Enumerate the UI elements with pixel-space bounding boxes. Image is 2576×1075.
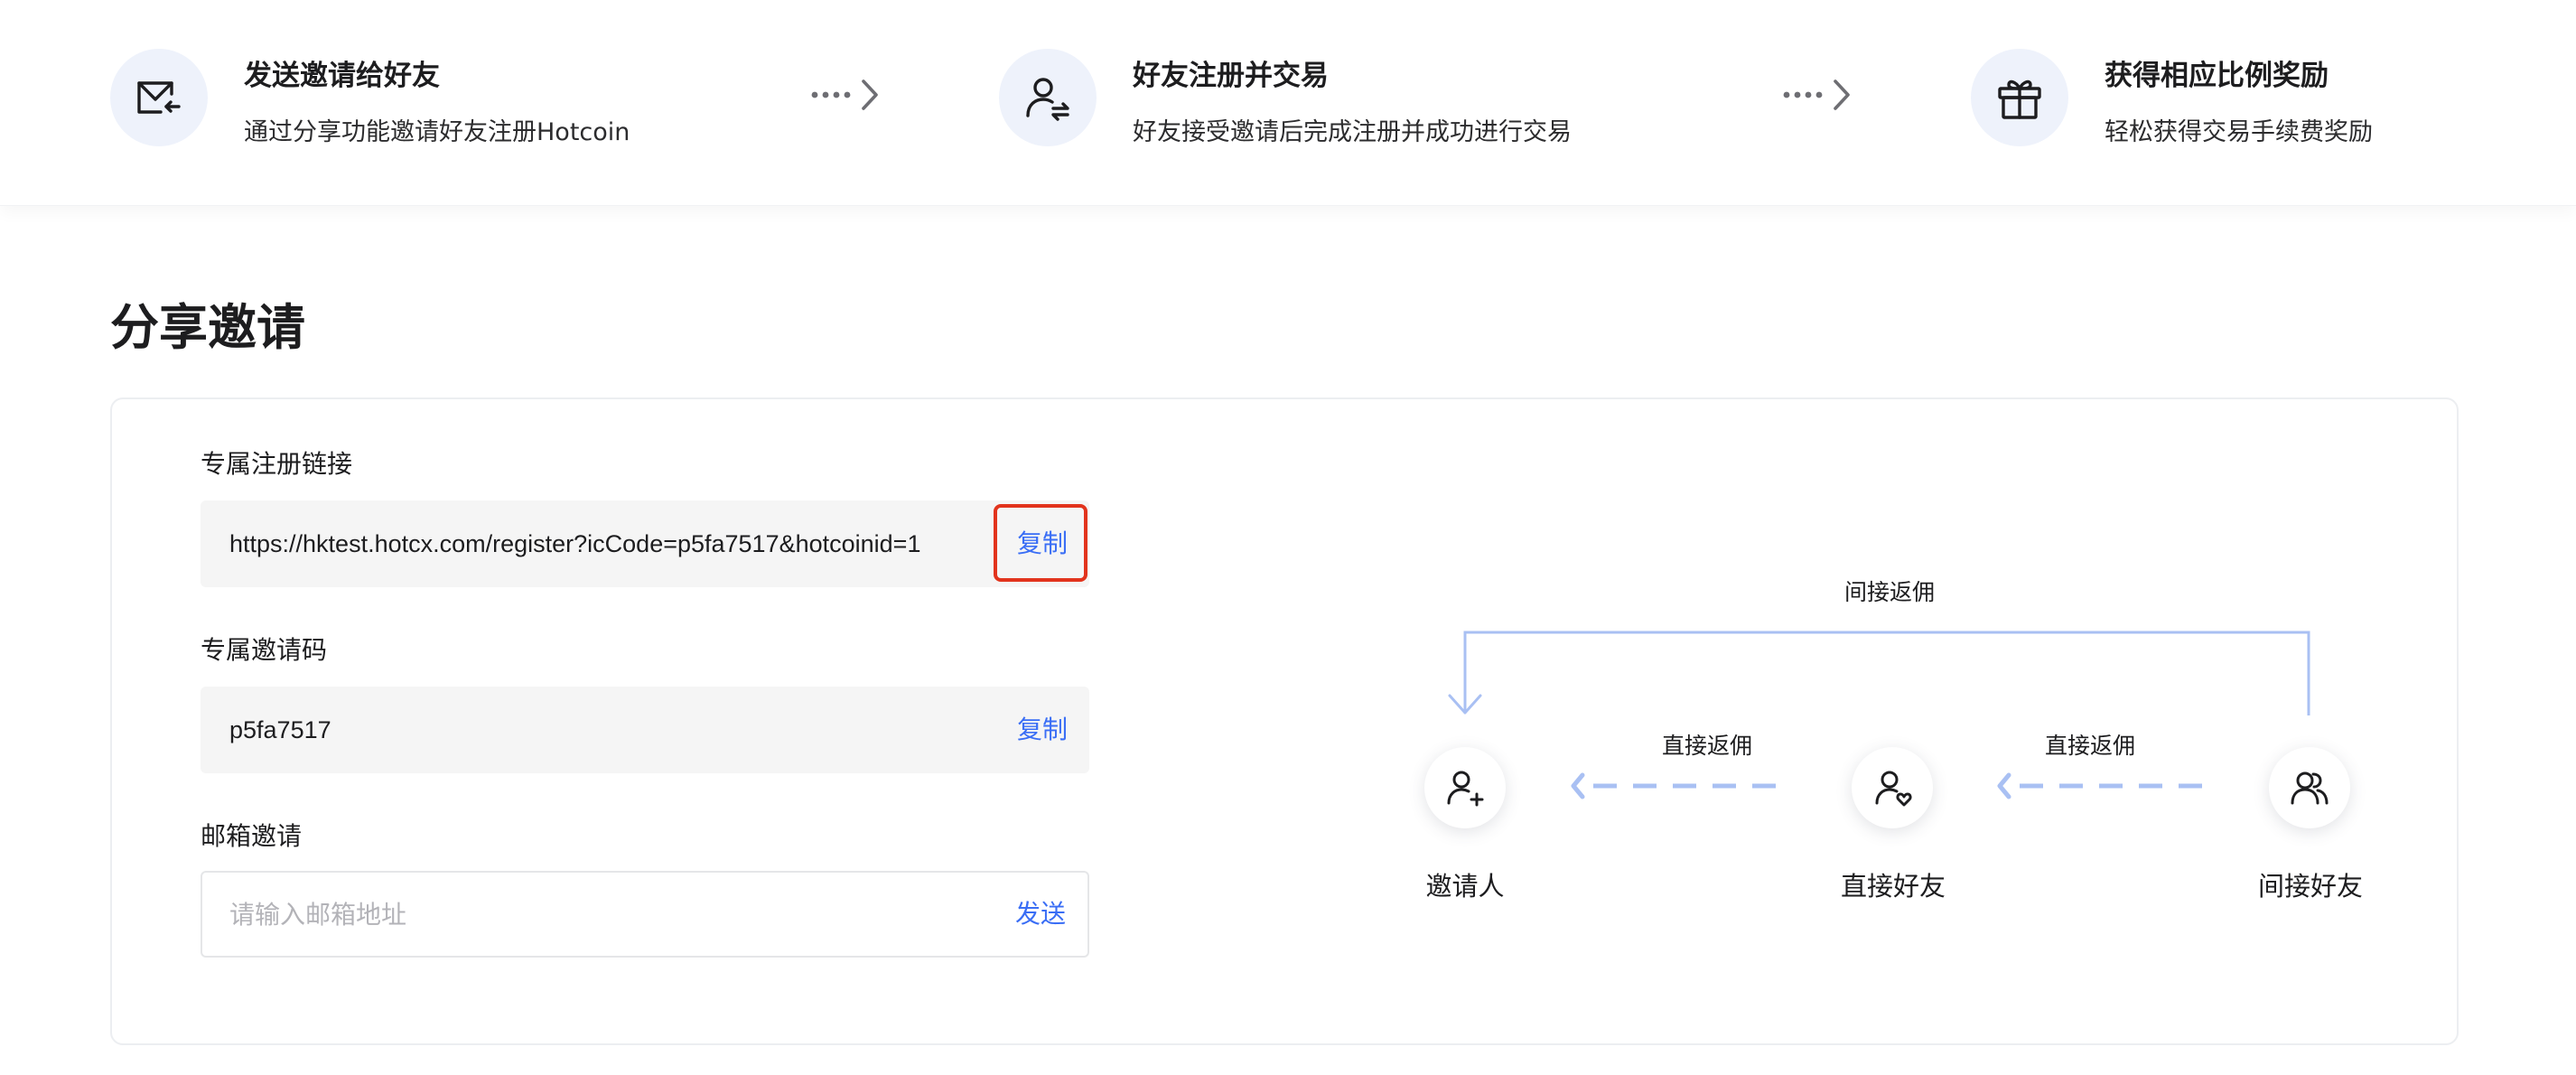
share-invite-card: 专属注册链接 https://hktest.hotcx.com/register… bbox=[110, 397, 2459, 1045]
email-invite-label: 邮箱邀请 bbox=[201, 821, 303, 851]
send-email-button[interactable]: 发送 bbox=[1015, 873, 1066, 956]
step-description: 通过分享功能邀请好友注册Hotcoin bbox=[244, 118, 630, 146]
copy-code-button[interactable]: 复制 bbox=[1017, 687, 1068, 773]
register-link-value: https://hktest.hotcx.com/register?icCode… bbox=[229, 530, 921, 557]
page-title: 分享邀请 bbox=[110, 299, 305, 356]
step-description: 轻松获得交易手续费奖励 bbox=[2105, 118, 2373, 146]
invite-steps-banner: 发送邀请给好友 通过分享功能邀请好友注册Hotcoin 好友注册并交易 好友接受… bbox=[0, 0, 2576, 206]
email-input[interactable] bbox=[229, 873, 952, 956]
step-title: 好友注册并交易 bbox=[1133, 60, 1329, 92]
indirect-friend-label: 间接好友 bbox=[2257, 871, 2363, 902]
direct-friend-label: 直接好友 bbox=[1840, 871, 1946, 902]
invite-code-value: p5fa7517 bbox=[229, 716, 331, 743]
register-link-label: 专属注册链接 bbox=[201, 449, 353, 479]
dotted-arrow-icon bbox=[811, 79, 878, 110]
invite-code-field: p5fa7517 复制 bbox=[201, 687, 1089, 773]
step-title: 获得相应比例奖励 bbox=[2105, 60, 2329, 92]
register-link-field: https://hktest.hotcx.com/register?icCode… bbox=[201, 500, 1089, 587]
step-description: 好友接受邀请后完成注册并成功进行交易 bbox=[1133, 118, 1572, 146]
direct-rebate-label: 直接返佣 bbox=[1662, 733, 1753, 759]
users-icon bbox=[2269, 747, 2350, 828]
indirect-rebate-label: 间接返佣 bbox=[1844, 579, 1936, 605]
mail-send-icon bbox=[110, 49, 208, 146]
email-invite-field: 发送 bbox=[201, 871, 1089, 958]
user-add-icon bbox=[1424, 747, 1506, 828]
direct-rebate-label: 直接返佣 bbox=[2045, 733, 2136, 759]
inviter-label: 邀请人 bbox=[1425, 871, 1505, 902]
user-exchange-icon bbox=[999, 49, 1097, 146]
user-heart-icon bbox=[1852, 747, 1933, 828]
copy-link-button[interactable]: 复制 bbox=[1017, 500, 1068, 587]
dotted-arrow-icon bbox=[1783, 79, 1850, 110]
invite-code-label: 专属邀请码 bbox=[201, 635, 328, 665]
gift-icon bbox=[1971, 49, 2068, 146]
step-title: 发送邀请给好友 bbox=[244, 60, 440, 92]
